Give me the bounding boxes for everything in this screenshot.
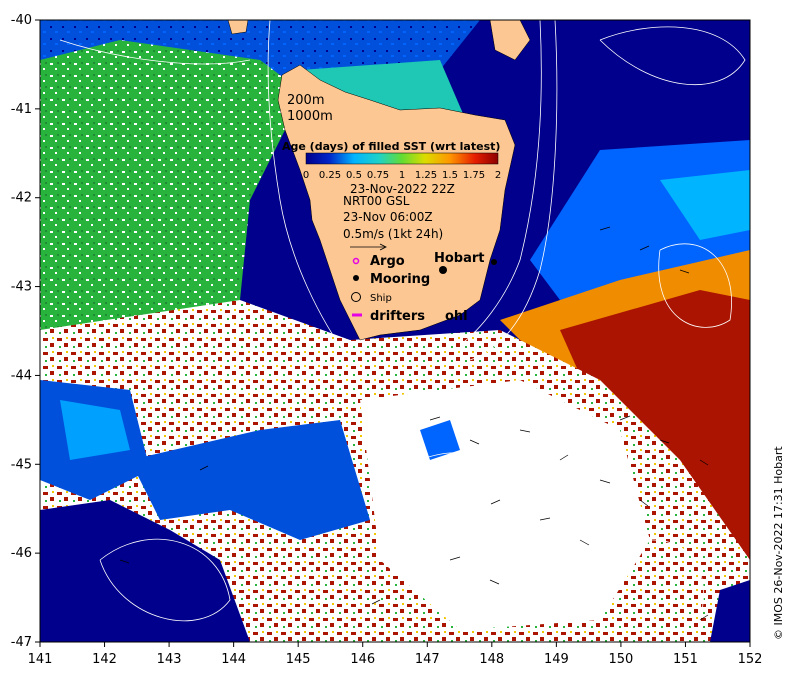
current-time: 23-Nov 06:00Z [343, 210, 433, 224]
hobart-mooring-icon [439, 266, 447, 274]
colorbar-tick-label: 1.5 [442, 170, 458, 181]
y-tick-label: -46 [11, 546, 32, 561]
sst-map: 141 142 143 144 145 146 147 148 149 150 151 152 -40… [11, 13, 785, 667]
legend-ship: Ship [370, 293, 392, 304]
scale-label: 0.5m/s (1kt 24h) [343, 227, 443, 241]
legend-mooring: Mooring [370, 272, 430, 287]
legend-drifters: drifters [370, 309, 425, 324]
colorbar-tick-label: 0.75 [367, 170, 389, 181]
x-tick-label: 151 [673, 652, 698, 667]
x-tick-label: 149 [544, 652, 569, 667]
y-tick-label: -44 [11, 368, 32, 383]
colorbar-tick-label: 0.5 [346, 170, 362, 181]
colorbar-title: Age (days) of filled SST (wrt latest) [282, 140, 500, 153]
y-tick-label: -41 [11, 102, 32, 117]
x-axis: 141 142 143 144 145 146 147 148 149 150 151 152 [28, 642, 763, 667]
x-tick-label: 152 [738, 652, 763, 667]
legend-other: ohl [445, 309, 468, 324]
x-tick-label: 143 [157, 652, 182, 667]
place-hobart: Hobart [434, 251, 485, 266]
mooring-icon [491, 259, 497, 265]
contour-label-1000m: 1000m [287, 109, 333, 124]
y-tick-label: -47 [11, 635, 32, 650]
y-tick-label: -40 [11, 13, 32, 28]
colorbar-tick-label: 1 [399, 170, 405, 181]
colorbar-ticks: 0 0.25 0.5 0.75 1 1.25 1.5 1.75 2 [303, 170, 501, 181]
mooring-marker-icon [353, 275, 359, 281]
x-tick-label: 145 [286, 652, 311, 667]
colorbar-tick-label: 2 [495, 170, 501, 181]
x-tick-label: 148 [479, 652, 504, 667]
y-axis: -40 -41 -42 -43 -44 -45 -46 -47 [11, 13, 40, 650]
y-tick-label: -45 [11, 457, 32, 472]
y-tick-label: -42 [11, 191, 32, 206]
x-tick-label: 150 [608, 652, 633, 667]
legend-argo: Argo [370, 254, 405, 269]
colorbar-tick-label: 0.25 [319, 170, 341, 181]
y-tick-label: -43 [11, 280, 32, 295]
x-tick-label: 141 [28, 652, 53, 667]
colorbar-tick-label: 0 [303, 170, 309, 181]
credit-text: © IMOS 26-Nov-2022 17:31 Hobart [772, 446, 785, 640]
current-source: NRT00 GSL [343, 194, 410, 208]
contour-label-200m: 200m [287, 93, 324, 108]
x-tick-label: 147 [415, 652, 440, 667]
colorbar [305, 152, 499, 165]
x-tick-label: 142 [92, 652, 117, 667]
colorbar-tick-label: 1.25 [415, 170, 437, 181]
x-tick-label: 144 [221, 652, 246, 667]
colorbar-tick-label: 1.75 [463, 170, 485, 181]
x-tick-label: 146 [350, 652, 375, 667]
